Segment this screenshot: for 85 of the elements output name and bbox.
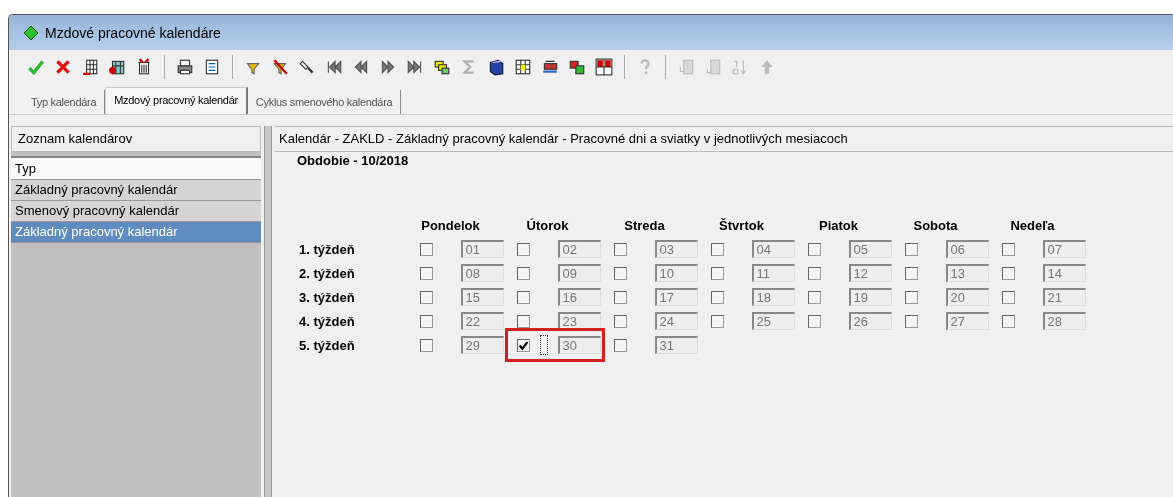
date-field[interactable]: 16 <box>557 288 601 306</box>
panel-title: Kalendár - ZAKLD - Základný pracovný kalendár - Pracovné dni a sviatky v jednotlivých mesiacoch <box>275 126 1173 152</box>
date-field[interactable]: 25 <box>751 312 795 330</box>
date-field[interactable]: 24 <box>654 312 698 330</box>
checkbox[interactable] <box>711 242 724 256</box>
checkbox[interactable] <box>614 290 627 304</box>
date-field[interactable]: 29 <box>460 336 504 354</box>
column-header: Piatok <box>818 217 859 233</box>
checkbox[interactable] <box>614 266 627 280</box>
column-header: Štvrtok <box>718 217 765 233</box>
checkbox[interactable] <box>420 338 433 352</box>
period-label: Obdobie - 10/2018 <box>296 152 410 170</box>
date-field[interactable]: 07 <box>1042 240 1086 258</box>
list-item[interactable]: Smenový pracovný kalendár <box>11 201 261 222</box>
row-label: 3. týždeň <box>298 289 356 305</box>
checkbox[interactable] <box>614 242 627 256</box>
diamond-icon <box>23 24 39 41</box>
date-field[interactable]: 15 <box>460 288 504 306</box>
column-header: Typ <box>11 156 261 180</box>
column-header: Útorok <box>525 217 570 233</box>
row-label: 2. týždeň <box>298 265 356 281</box>
date-field[interactable]: 14 <box>1042 264 1086 282</box>
date-field[interactable]: 06 <box>945 240 989 258</box>
checkbox[interactable] <box>711 266 724 280</box>
date-field[interactable]: 30 <box>557 336 601 354</box>
date-field[interactable]: 10 <box>654 264 698 282</box>
checkbox[interactable] <box>711 314 724 328</box>
tab[interactable]: Cyklus smenového kalendára <box>247 90 402 114</box>
date-field[interactable]: 18 <box>751 288 795 306</box>
date-field[interactable]: 04 <box>751 240 795 258</box>
checkbox[interactable] <box>420 314 433 328</box>
date-field[interactable]: 01 <box>460 240 504 258</box>
column-header: Streda <box>623 217 666 233</box>
row-label: 5. týždeň <box>298 337 356 353</box>
date-field[interactable]: 08 <box>460 264 504 282</box>
date-field[interactable]: 31 <box>654 336 698 354</box>
date-field[interactable]: 26 <box>848 312 892 330</box>
date-field[interactable]: 09 <box>557 264 601 282</box>
checkbox[interactable] <box>420 266 433 280</box>
list-item[interactable]: Základný pracovný kalendár <box>11 222 261 243</box>
column-header: Nedeľa <box>1009 217 1056 233</box>
checkbox[interactable] <box>614 338 627 352</box>
date-field[interactable]: 22 <box>460 312 504 330</box>
date-field[interactable]: 17 <box>654 288 698 306</box>
tab[interactable]: Mzdový pracovný kalendár <box>105 87 248 114</box>
checkbox[interactable] <box>808 266 821 280</box>
checkbox[interactable] <box>517 338 530 352</box>
checkbox[interactable] <box>711 290 724 304</box>
date-field[interactable]: 20 <box>945 288 989 306</box>
date-field[interactable]: 28 <box>1042 312 1086 330</box>
checkbox[interactable] <box>420 290 433 304</box>
checkbox[interactable] <box>614 314 627 328</box>
list-item[interactable]: Základný pracovný kalendár <box>11 180 261 201</box>
checkbox[interactable] <box>808 290 821 304</box>
date-field[interactable]: 12 <box>848 264 892 282</box>
checkbox[interactable] <box>808 314 821 328</box>
checkbox[interactable] <box>517 266 530 280</box>
date-field[interactable]: 02 <box>557 240 601 258</box>
column-header: Pondelok <box>420 217 481 233</box>
row-label: 4. týždeň <box>298 313 356 329</box>
number-grid-icon[interactable] <box>593 56 615 78</box>
date-field[interactable]: 03 <box>654 240 698 258</box>
window-title: Mzdové pracovné kalendáre <box>45 24 221 41</box>
checkbox[interactable] <box>905 242 918 256</box>
checkbox[interactable] <box>517 242 530 256</box>
checkbox[interactable] <box>1002 290 1015 304</box>
date-field[interactable]: 27 <box>945 312 989 330</box>
date-field[interactable]: 19 <box>848 288 892 306</box>
checkbox[interactable] <box>517 314 530 328</box>
checkbox[interactable] <box>808 242 821 256</box>
checkbox[interactable] <box>905 314 918 328</box>
date-field[interactable]: 21 <box>1042 288 1086 306</box>
checkbox[interactable] <box>420 242 433 256</box>
date-field[interactable]: 05 <box>848 240 892 258</box>
checkbox[interactable] <box>1002 266 1015 280</box>
checkbox[interactable] <box>1002 242 1015 256</box>
panel-title: Zoznam kalendárov <box>11 126 261 152</box>
row-label: 1. týždeň <box>298 241 356 257</box>
column-header: Sobota <box>912 217 959 233</box>
checkbox[interactable] <box>905 266 918 280</box>
checkbox[interactable] <box>905 290 918 304</box>
date-field[interactable]: 11 <box>751 264 795 282</box>
checkbox[interactable] <box>517 290 530 304</box>
date-field[interactable]: 13 <box>945 264 989 282</box>
checkbox[interactable] <box>1002 314 1015 328</box>
